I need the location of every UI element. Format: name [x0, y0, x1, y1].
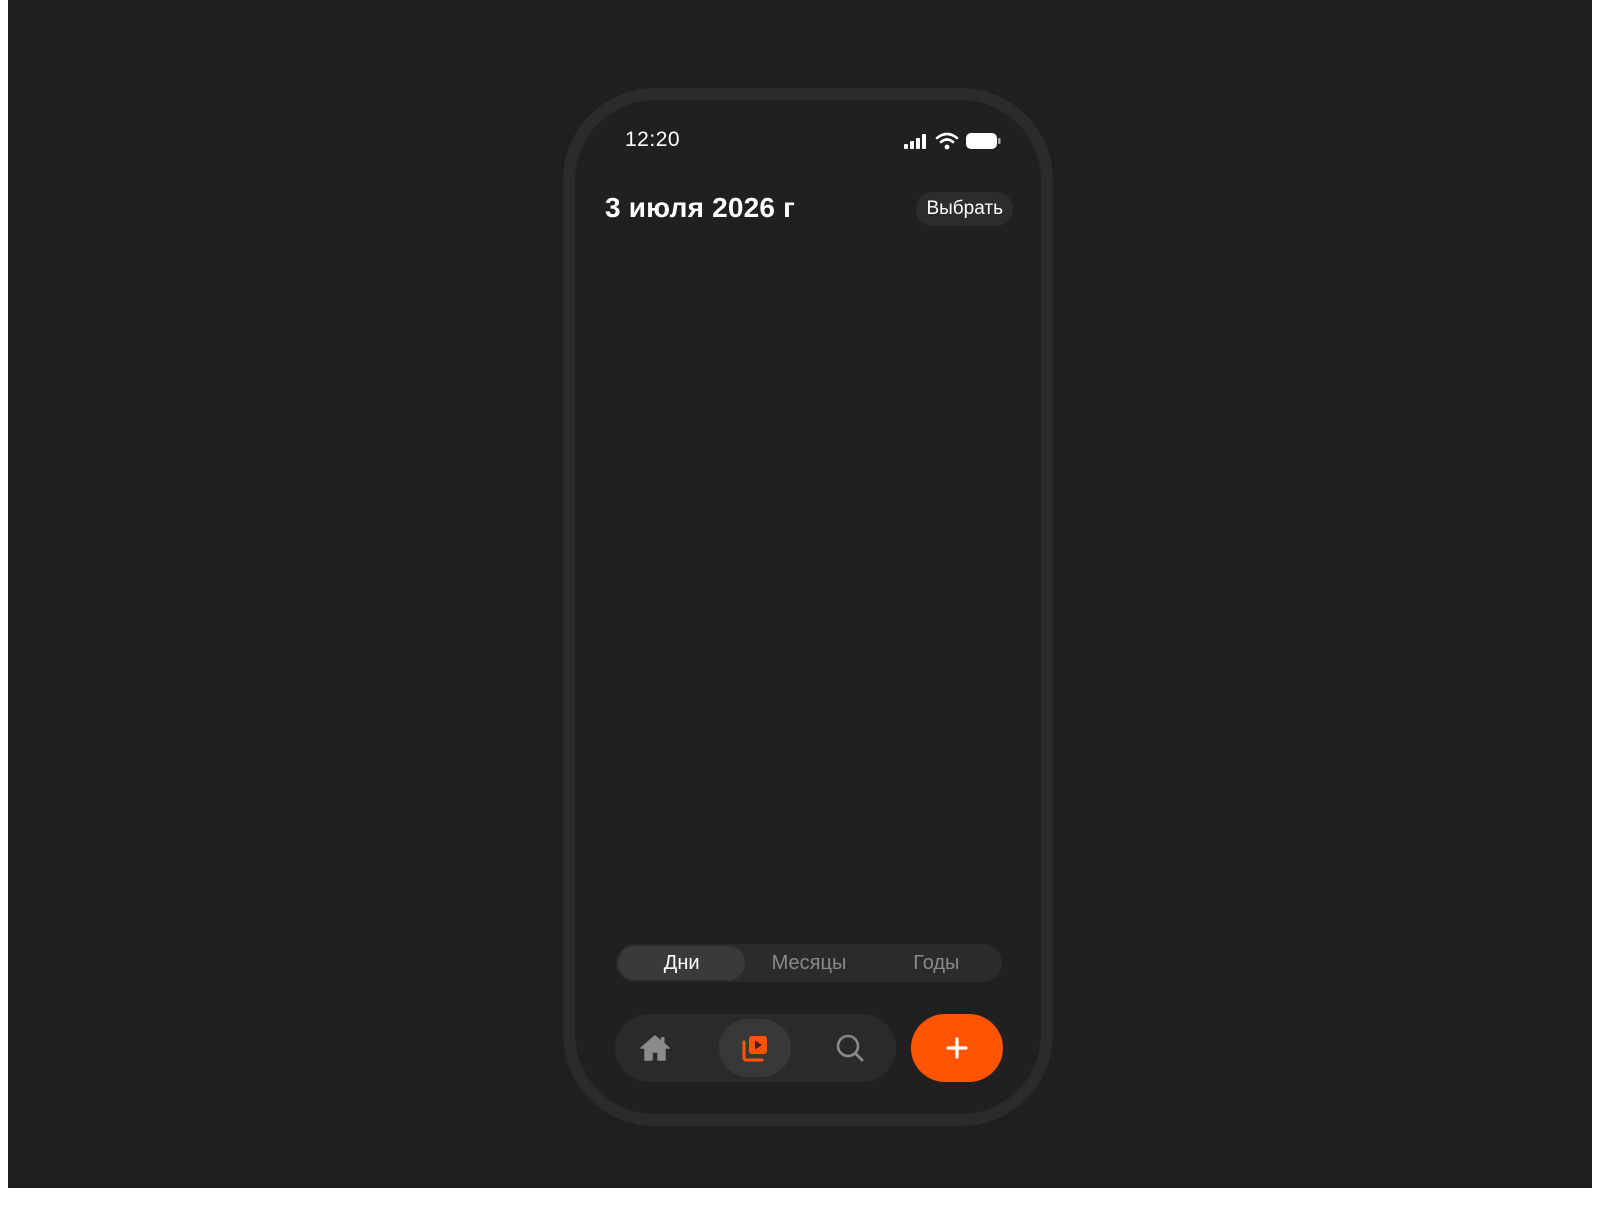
- status-icons: [903, 131, 1003, 151]
- segment-days[interactable]: Дни: [618, 946, 746, 980]
- wifi-icon: [935, 132, 959, 150]
- view-switcher: Дни Месяцы Годы: [616, 944, 1002, 982]
- media-library-icon: [742, 1036, 767, 1062]
- select-button[interactable]: Выбрать: [916, 192, 1013, 226]
- canvas-background: 12:20 3 июля 2026 г Выбрать Дни Месяцы Г…: [8, 0, 1592, 1188]
- cellular-signal-icon: [904, 134, 926, 149]
- status-bar: 12:20: [575, 100, 1041, 180]
- search-icon: [836, 1034, 864, 1062]
- phone-frame: 12:20 3 июля 2026 г Выбрать Дни Месяцы Г…: [563, 88, 1053, 1126]
- tab-media-library[interactable]: [719, 1019, 791, 1077]
- battery-icon: [966, 133, 1001, 149]
- plus-icon: [946, 1037, 968, 1059]
- status-time: 12:20: [625, 128, 681, 151]
- segment-months[interactable]: Месяцы: [745, 946, 872, 980]
- add-button[interactable]: [911, 1014, 1003, 1082]
- segment-years[interactable]: Годы: [873, 946, 1000, 980]
- tab-search[interactable]: [814, 1019, 886, 1077]
- page-title: 3 июля 2026 г: [605, 192, 796, 223]
- tab-bar: [615, 1014, 896, 1082]
- home-icon: [640, 1035, 670, 1061]
- media-grid-empty: [575, 250, 1041, 964]
- tab-home[interactable]: [619, 1019, 691, 1077]
